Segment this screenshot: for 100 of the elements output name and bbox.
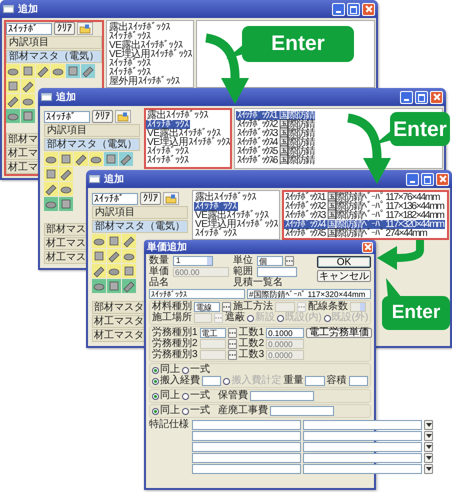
part-icon[interactable] bbox=[21, 94, 35, 108]
part-icon[interactable] bbox=[107, 264, 121, 278]
list-item[interactable]: ｽｲｯﾁﾎﾞｯｸｽ6 国際防錆 bbox=[236, 156, 316, 165]
more-button[interactable] bbox=[285, 256, 294, 266]
list-item[interactable]: ｽｲｯﾁﾎﾞｯｸｽ3 国際防錆ﾍﾞｰﾊﾟ 117×182×44mm bbox=[284, 211, 445, 220]
list-item[interactable]: ｽｲｯﾁﾎﾞｯｸｽ bbox=[108, 68, 152, 77]
part-icon[interactable] bbox=[44, 152, 58, 166]
part-icon[interactable] bbox=[6, 109, 20, 123]
list-item[interactable]: VE埋込用ｽｲｯﾁﾎﾞｯｸｽ bbox=[194, 220, 280, 229]
list-item[interactable]: ｽｲｯﾁﾎﾞｯｸｽ3 国際防錆 bbox=[236, 129, 316, 138]
master-item[interactable]: 部材マ bbox=[6, 133, 40, 146]
list-item[interactable]: ｽｲｯﾁﾎﾞｯｸｽ bbox=[146, 156, 190, 165]
list-item[interactable]: VE露出ｽｲｯﾁﾎﾞｯｸｽ bbox=[146, 129, 222, 138]
close-button[interactable] bbox=[362, 2, 375, 16]
list-item[interactable]: ｽｲｯﾁﾎﾞｯｸｽ5 国際防錆ﾍﾞｰﾊﾟ 274×44mm bbox=[284, 229, 428, 238]
part-icon[interactable] bbox=[6, 79, 20, 93]
list-item[interactable]: 露出ｽｲｯﾁﾎﾞｯｸｽ bbox=[194, 193, 258, 202]
list-item[interactable]: ｽｲｯﾁﾎﾞｯｸｽ bbox=[194, 229, 238, 238]
radio-button[interactable]: 一式 bbox=[182, 391, 210, 401]
part-icon[interactable] bbox=[81, 64, 95, 78]
range-field[interactable] bbox=[257, 267, 297, 277]
dropdown-button[interactable] bbox=[424, 464, 433, 474]
part-icon[interactable] bbox=[21, 79, 35, 93]
close-button[interactable] bbox=[362, 242, 373, 252]
part-icon[interactable] bbox=[6, 64, 20, 78]
part-icon[interactable] bbox=[92, 264, 106, 278]
dialog-button[interactable]: キャンセル bbox=[317, 270, 371, 282]
part-icon[interactable] bbox=[122, 249, 136, 263]
radio-button[interactable]: 搬入経費 bbox=[152, 376, 200, 386]
part-icon[interactable] bbox=[44, 182, 58, 196]
list-item[interactable]: 屋外用ｽｲｯﾁﾎﾞｯｸｽ bbox=[108, 77, 181, 86]
minimize-button[interactable] bbox=[406, 172, 419, 186]
notes-field[interactable] bbox=[302, 442, 422, 452]
clear-button[interactable]: ｸﾘｱ bbox=[54, 22, 75, 35]
labor-rate-button[interactable]: 電工労務単価 bbox=[306, 328, 372, 338]
list-item[interactable]: ｽｲｯﾁﾎﾞｯｸｽ2 国際防錆ﾍﾞｰﾊﾟ 117×136×44mm bbox=[284, 202, 445, 211]
clear-button[interactable]: ｸﾘｱ bbox=[92, 110, 113, 123]
radio-button[interactable]: 一式 bbox=[182, 365, 210, 375]
notes-field[interactable] bbox=[192, 420, 301, 430]
text-field[interactable] bbox=[348, 376, 368, 386]
part-icon[interactable] bbox=[92, 234, 106, 248]
master-item[interactable]: 材工マスタ bbox=[92, 329, 146, 342]
clear-button[interactable]: ｸﾘｱ bbox=[140, 192, 161, 205]
search-field[interactable]: ｽｲｯﾁﾎﾞ bbox=[92, 192, 138, 204]
category-item[interactable]: 部材マスタ（電気） bbox=[44, 138, 140, 151]
notes-field[interactable] bbox=[302, 464, 422, 474]
notes-field[interactable] bbox=[302, 431, 422, 441]
master-item[interactable]: 部材マス bbox=[44, 223, 88, 236]
notes-field[interactable] bbox=[192, 464, 301, 474]
folder-button[interactable] bbox=[115, 110, 131, 123]
dropdown-button[interactable] bbox=[424, 420, 433, 430]
category-item[interactable]: 内訳項目 bbox=[44, 124, 140, 137]
list-item[interactable]: 露出ｽｲｯﾁﾎﾞｯｸｽ bbox=[108, 23, 172, 32]
estimate-name-field[interactable]: #国際防錆ﾍﾞｰﾊﾟ 117×320×44mm bbox=[247, 289, 371, 299]
minimize-button[interactable] bbox=[400, 90, 413, 104]
radio-button[interactable]: 同上 bbox=[152, 391, 180, 401]
list-item[interactable]: ｽｲｯﾁﾎﾞｯｸｽ bbox=[108, 32, 152, 41]
folder-button[interactable] bbox=[77, 22, 93, 35]
part-icon[interactable] bbox=[107, 234, 121, 248]
category-item[interactable]: 部材マスタ（電気） bbox=[6, 50, 102, 63]
notes-field[interactable] bbox=[302, 453, 422, 463]
master-item[interactable]: 材工マ bbox=[6, 147, 40, 160]
quantity-spinner[interactable]: 1 bbox=[173, 256, 213, 266]
part-icon[interactable] bbox=[107, 249, 121, 263]
list-box[interactable]: 露出ｽｲｯﾁﾎﾞｯｸｽ ｽｲｯﾁﾎﾞｯｸｽ VE露出ｽｲｯﾁﾎﾞｯｸｽ VE埋込用ｽｲｯﾁﾎﾞｯｸｽ ｽｲｯﾁﾎﾞｯｸｽ ｽｲｯﾁﾎﾞｯｸｽ 屋外用ｽｲｯﾁﾎﾞｯｸｽ bbox=[106, 20, 194, 88]
maximize-button[interactable] bbox=[421, 172, 434, 186]
text-field[interactable] bbox=[250, 391, 314, 401]
folder-button[interactable] bbox=[163, 192, 179, 205]
list-item[interactable]: ｽｲｯﾁﾎﾞｯｸｽ2 国際防錆 bbox=[236, 120, 316, 129]
part-icon[interactable] bbox=[92, 279, 106, 293]
close-button[interactable] bbox=[430, 90, 443, 104]
part-icon[interactable] bbox=[122, 234, 136, 248]
name-field[interactable]: ｽｲｯﾁﾎﾞｯｸｽ bbox=[149, 289, 245, 299]
part-icon[interactable] bbox=[74, 152, 88, 166]
radio-button[interactable]: 一式 bbox=[182, 406, 210, 416]
material-field[interactable]: 電線 bbox=[194, 302, 220, 312]
part-icon[interactable] bbox=[51, 64, 65, 78]
part-icon[interactable] bbox=[6, 94, 20, 108]
part-icon[interactable] bbox=[44, 197, 58, 211]
labor-field[interactable]: 電工 bbox=[200, 328, 226, 338]
list-item[interactable]: ｽｲｯﾁﾎﾞｯｸｽ bbox=[146, 147, 190, 156]
list-item[interactable]: ｽｲｯﾁﾎﾞｯｸｽ4 国際防錆 bbox=[236, 138, 316, 147]
text-field[interactable] bbox=[270, 406, 334, 416]
master-item[interactable]: 部材マスタ bbox=[92, 301, 146, 314]
radio-button[interactable]: 同上 bbox=[152, 406, 180, 416]
list-item[interactable]: ｽｲｯﾁﾎﾞｯｸｽ1 国際防錆ﾍﾞｰﾊﾟ 117×76×44mm bbox=[284, 193, 440, 202]
list-item[interactable]: VE埋込用ｽｲｯﾁﾎﾞｯｸｽ bbox=[146, 138, 232, 147]
more-button[interactable] bbox=[222, 302, 231, 312]
more-button[interactable] bbox=[228, 339, 237, 349]
dialog-button[interactable]: OK bbox=[317, 256, 371, 268]
category-item[interactable]: 内訳項目 bbox=[92, 206, 188, 219]
part-icon[interactable] bbox=[44, 167, 58, 181]
list-item[interactable]: VE露出ｽｲｯﾁﾎﾞｯｸｽ bbox=[108, 41, 184, 50]
part-icon[interactable] bbox=[36, 64, 50, 78]
dropdown-button[interactable] bbox=[424, 431, 433, 441]
part-icon[interactable] bbox=[59, 167, 73, 181]
notes-field[interactable] bbox=[192, 453, 301, 463]
part-icon[interactable] bbox=[21, 64, 35, 78]
master-item[interactable]: 材工マスタ bbox=[92, 315, 146, 328]
close-button[interactable] bbox=[436, 172, 449, 186]
